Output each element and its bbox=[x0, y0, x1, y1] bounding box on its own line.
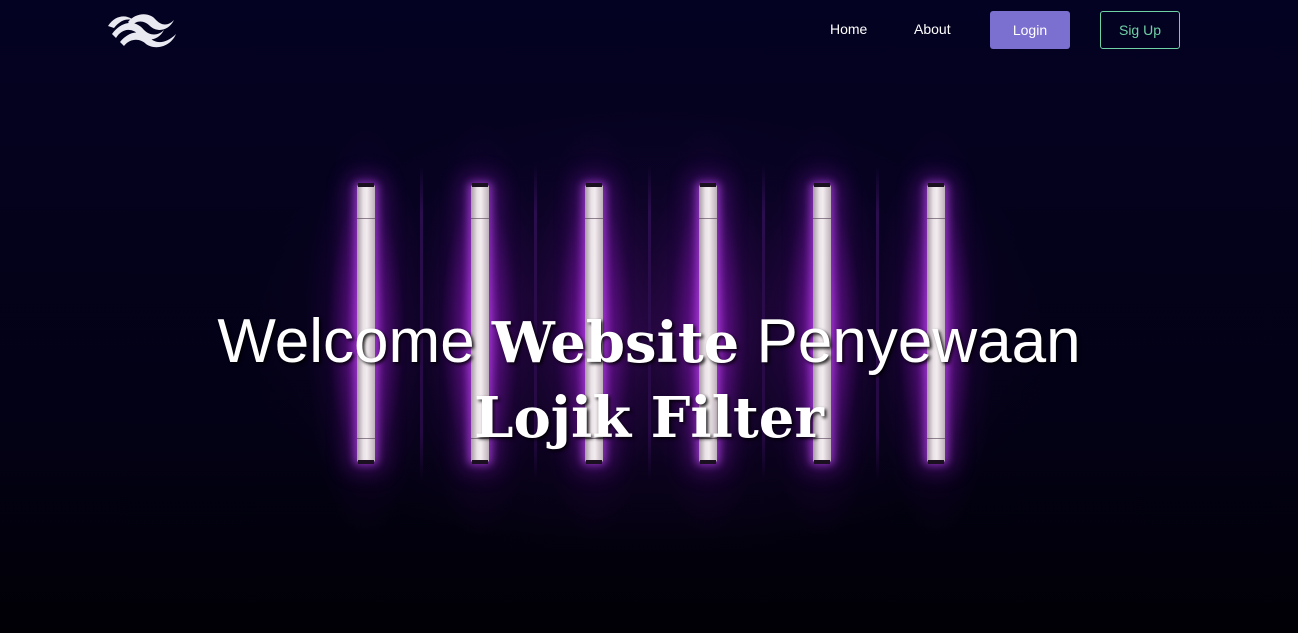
lamp-cap bbox=[814, 460, 830, 464]
lamp-segment bbox=[813, 218, 831, 219]
headline-line-2: Lojik Filter bbox=[474, 385, 824, 451]
lamp-cap bbox=[928, 460, 944, 464]
lamp-cap bbox=[586, 460, 602, 464]
signup-button[interactable]: Sig Up bbox=[1100, 11, 1180, 49]
headline-penyewaan: Penyewaan bbox=[756, 307, 1081, 376]
lamp-segment bbox=[927, 218, 945, 219]
login-button[interactable]: Login bbox=[990, 11, 1070, 49]
lamp-cap bbox=[586, 183, 602, 187]
lamp-segment bbox=[357, 218, 375, 219]
lamp-cap bbox=[700, 460, 716, 464]
hero-headline: Welcome Website Penyewaan Lojik Filter bbox=[0, 303, 1298, 454]
headline-website: Website bbox=[491, 310, 740, 376]
headline-line-1: Welcome Website Penyewaan bbox=[0, 303, 1298, 382]
lamp-segment bbox=[585, 218, 603, 219]
lamp-segment bbox=[471, 218, 489, 219]
lamp-cap bbox=[928, 183, 944, 187]
lamp-cap bbox=[358, 460, 374, 464]
hero-section: Home About Login Sig Up Welcome Website … bbox=[0, 0, 1298, 633]
navbar: Home About Login Sig Up bbox=[0, 0, 1298, 60]
lamp-cap bbox=[814, 183, 830, 187]
lamp-cap bbox=[700, 183, 716, 187]
lamp-cap bbox=[358, 183, 374, 187]
nav-home-link[interactable]: Home bbox=[830, 21, 867, 37]
wave-stripes-logo-icon[interactable] bbox=[106, 12, 178, 48]
lamp-segment bbox=[699, 218, 717, 219]
headline-welcome: Welcome bbox=[217, 307, 475, 376]
logo-svg bbox=[108, 14, 176, 48]
lamp-cap bbox=[472, 460, 488, 464]
nav-about-link[interactable]: About bbox=[914, 21, 951, 37]
lamp-cap bbox=[472, 183, 488, 187]
